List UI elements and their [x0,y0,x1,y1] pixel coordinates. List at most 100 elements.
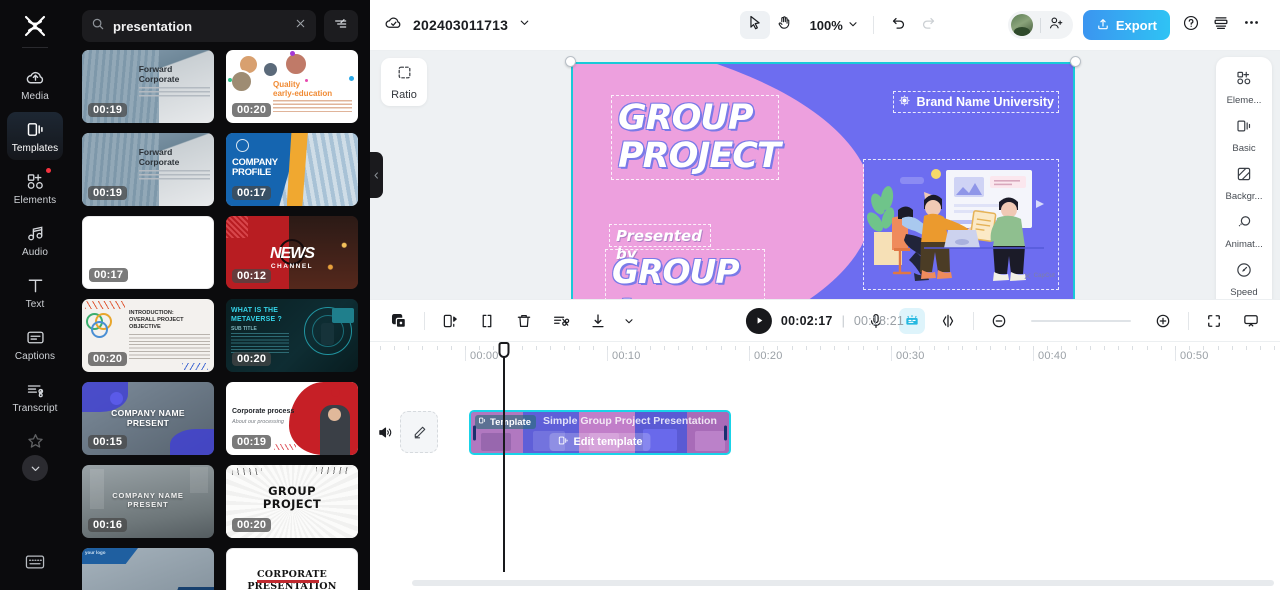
capcut-logo-icon[interactable] [15,10,55,42]
sidebar-item-transcript[interactable]: Transcript [7,372,63,420]
resize-handle-tr[interactable] [1070,56,1081,67]
sidebar-item-media[interactable]: Media [7,60,63,108]
preview-monitor-button[interactable] [1237,308,1265,334]
zoom-level-selector[interactable]: 100% [810,18,859,33]
title-textbox[interactable]: GROUP PROJECT [611,95,781,180]
sidebar-item-label: Audio [21,247,49,258]
panel-item-elements[interactable]: Eleme... [1218,64,1270,110]
group-name-textbox[interactable]: GROUP A [605,249,765,299]
template-duration: 00:16 [88,518,128,532]
ruler-label: 00:30 [896,350,925,362]
add-person-icon[interactable] [1048,15,1064,36]
timeline-zoom-slider[interactable] [1031,319,1131,322]
hand-tool-button[interactable] [770,11,800,39]
cloud-upload-icon [24,66,46,88]
trim-button[interactable] [473,308,501,334]
presented-by-textbox[interactable]: Presented by [609,224,711,263]
playhead[interactable] [498,342,510,572]
canvas-stage[interactable]: Ratio GROUP PROJECT Presented by GROUP B… [370,51,1280,299]
download-options-button[interactable] [621,308,637,334]
chip-divider [1039,17,1041,33]
mute-track-button[interactable] [370,406,400,458]
redo-button[interactable] [914,11,944,39]
horizontal-scrollbar[interactable] [412,580,1274,586]
select-tool-button[interactable] [739,11,770,39]
template-card[interactable]: WHAT IS THE METAVERSE ? SUB TITLE 00:20 [226,299,358,372]
timeline-tools-right [862,307,1265,334]
panel-item-speed[interactable]: Speed [1218,256,1270,299]
clip-trim-handle-left[interactable] [473,425,476,440]
user-collab-chip[interactable] [1007,11,1073,39]
template-card[interactable]: 00:17 [82,216,214,289]
redo-icon [920,14,937,36]
panel-item-animation[interactable]: Animat... [1218,208,1270,254]
panel-item-basic[interactable]: Basic [1218,112,1270,158]
template-card[interactable]: COMPANY NAME PRESENT 00:16 [82,465,214,538]
export-button[interactable]: Export [1082,10,1170,40]
sidebar-item-elements[interactable]: Elements [7,164,63,212]
toolbar-divider [973,311,974,330]
panel-item-background[interactable]: Backgr... [1218,160,1270,206]
template-card[interactable]: Forward Corporate 00:19 [82,133,214,206]
clip-marker-button[interactable] [934,308,962,334]
filter-button[interactable] [324,10,358,42]
team-presentation-illustration[interactable]: CapCut [863,159,1059,290]
resize-handle-tl[interactable] [565,56,576,67]
clip-trim-handle-right[interactable] [724,425,727,440]
template-card[interactable]: GROUP PROJECT 00:20 [226,465,358,538]
zoom-out-button[interactable] [985,308,1013,334]
keyboard-shortcuts-button[interactable] [24,553,46,576]
ratio-button[interactable]: Ratio [381,58,427,106]
template-card[interactable]: Quality early-education 00:20 [226,50,358,123]
close-icon[interactable] [294,17,307,35]
download-button[interactable] [584,308,612,334]
sidebar-item-audio[interactable]: Audio [7,216,63,264]
university-label-box[interactable]: Brand Name University [893,91,1059,113]
template-card[interactable]: Forward Corporate 00:19 [82,50,214,123]
slide-canvas[interactable]: GROUP PROJECT Presented by GROUP A [573,64,1073,299]
split-button[interactable] [436,308,464,334]
template-card[interactable]: Corporate process About our processing 0… [226,382,358,455]
fit-screen-button[interactable] [1200,308,1228,334]
ruler-label: 00:10 [612,350,641,362]
project-title-group[interactable]: 202403011713 [384,13,531,37]
timeline[interactable]: 00:00 00:10 00:20 00:30 00:40 00:50 Temp… [370,342,1280,590]
chevron-down-icon[interactable] [518,16,531,34]
more-button[interactable] [1236,11,1266,39]
panel-item-label: Eleme... [1226,95,1262,106]
playhead-icon[interactable] [498,342,510,358]
top-toolbar: 202403011713 100% Export [370,0,1280,51]
basic-icon [1235,117,1253,140]
template-card[interactable]: COMPANY NAME PRESENT 00:15 [82,382,214,455]
sidebar-item-templates[interactable]: Templates [7,112,63,160]
template-card[interactable]: COMPANY PROFILE 00:17 [226,133,358,206]
filter-icon [333,16,349,37]
sidebar-item-captions[interactable]: Captions [7,320,63,368]
timeline-clip[interactable]: Template Simple Group Project Presentati… [469,410,731,455]
template-duration: 00:19 [88,186,128,200]
sidebar-item-text[interactable]: Text [7,268,63,316]
template-card[interactable]: NEWS CHANNEL 00:12 [226,216,358,289]
undo-button[interactable] [884,11,914,39]
auto-cut-button[interactable] [547,308,575,334]
template-card[interactable]: your logo INTRODUCTION [82,548,214,590]
collapse-panel-handle[interactable] [370,152,383,198]
template-card[interactable]: INTRODUCTION: OVERALL PROJECT OBJECTIVE 00… [82,299,214,372]
template-duration: 00:19 [232,435,272,449]
duplicate-button[interactable] [385,308,413,334]
edit-track-button[interactable] [400,411,438,453]
zoom-in-button[interactable] [1149,308,1177,334]
help-button[interactable] [1176,11,1206,39]
play-button[interactable] [745,307,772,334]
sidebar-item-effects[interactable] [7,424,63,457]
expand-sidebar-button[interactable] [22,455,48,481]
clip-template-badge: Template [475,415,537,429]
hand-icon [776,14,793,36]
template-card[interactable]: CORPORATE PRESENTATION [226,548,358,590]
slide-frame-wrapper[interactable]: GROUP PROJECT Presented by GROUP A [565,56,1081,299]
toolbar-divider [872,16,874,34]
edit-template-button[interactable]: Edit template [549,433,651,451]
delete-button[interactable] [510,308,538,334]
search-input[interactable]: presentation [82,10,316,42]
layout-button[interactable] [1206,11,1236,39]
